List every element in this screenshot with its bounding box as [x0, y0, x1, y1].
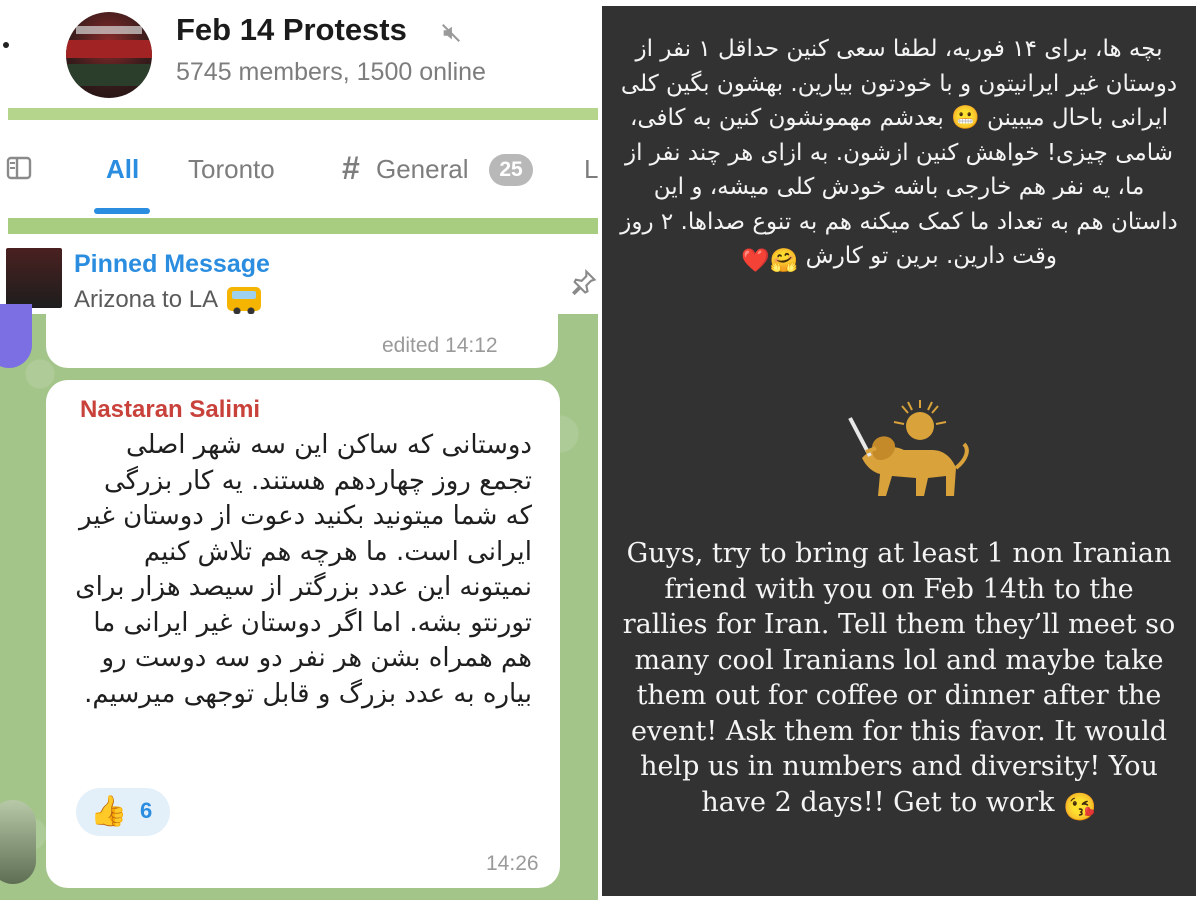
unread-badge: 25 [489, 154, 533, 186]
kiss-emoji-icon: 😘 [1063, 791, 1097, 823]
avatar[interactable] [0, 304, 32, 368]
story-persian-text: بچه ها، برای ۱۴ فوریه، لطفا سعی کنین حدا… [620, 32, 1178, 279]
bus-icon [227, 287, 262, 315]
folders-sidebar-icon[interactable] [4, 152, 36, 184]
story-english-body: Guys, try to bring at least 1 non Irania… [622, 538, 1176, 818]
tab-truncated[interactable]: L [584, 154, 598, 185]
story-persian-body: بچه ها، برای ۱۴ فوریه، لطفا سعی کنین حدا… [620, 36, 1178, 269]
divider [8, 108, 598, 120]
message-sender[interactable]: Nastaran Salimi [80, 396, 260, 424]
thumbs-up-icon: 👍 [90, 795, 128, 828]
divider [8, 218, 598, 234]
pinned-thumbnail [6, 248, 62, 308]
instagram-story-screenshot: بچه ها، برای ۱۴ فوریه، لطفا سعی کنین حدا… [602, 6, 1196, 896]
tab-general[interactable]: General [376, 154, 469, 185]
unpin-icon[interactable] [570, 268, 598, 296]
telegram-chat-screenshot: Feb 14 Protests 5745 members, 1500 onlin… [0, 0, 598, 900]
message-time: 14:26 [486, 852, 539, 875]
pinned-title: Pinned Message [74, 250, 270, 278]
group-avatar[interactable] [66, 12, 152, 98]
reaction-count: 6 [140, 798, 153, 823]
back-dot[interactable] [3, 42, 9, 48]
edited-timestamp: edited 14:12 [382, 334, 498, 357]
avatar[interactable] [0, 800, 36, 884]
pinned-text: Arizona to LA [74, 286, 262, 315]
group-title: Feb 14 Protests [176, 12, 407, 47]
active-tab-indicator [94, 208, 150, 214]
muted-speaker-icon [442, 24, 460, 42]
hashtag-icon: # [342, 150, 360, 186]
group-member-count: 5745 members, 1500 online [176, 58, 486, 86]
hug-heart-emoji-icon: 🤗❤️ [741, 248, 799, 274]
tab-toronto[interactable]: Toronto [188, 154, 275, 185]
pinned-text-label: Arizona to LA [74, 286, 217, 313]
message-text: دوستانی که ساکن این سه شهر اصلی تجمع روز… [75, 430, 532, 709]
lion-and-sun-icon [848, 400, 969, 496]
tab-all[interactable]: All [106, 154, 139, 185]
story-english-text: Guys, try to bring at least 1 non Irania… [622, 536, 1176, 825]
